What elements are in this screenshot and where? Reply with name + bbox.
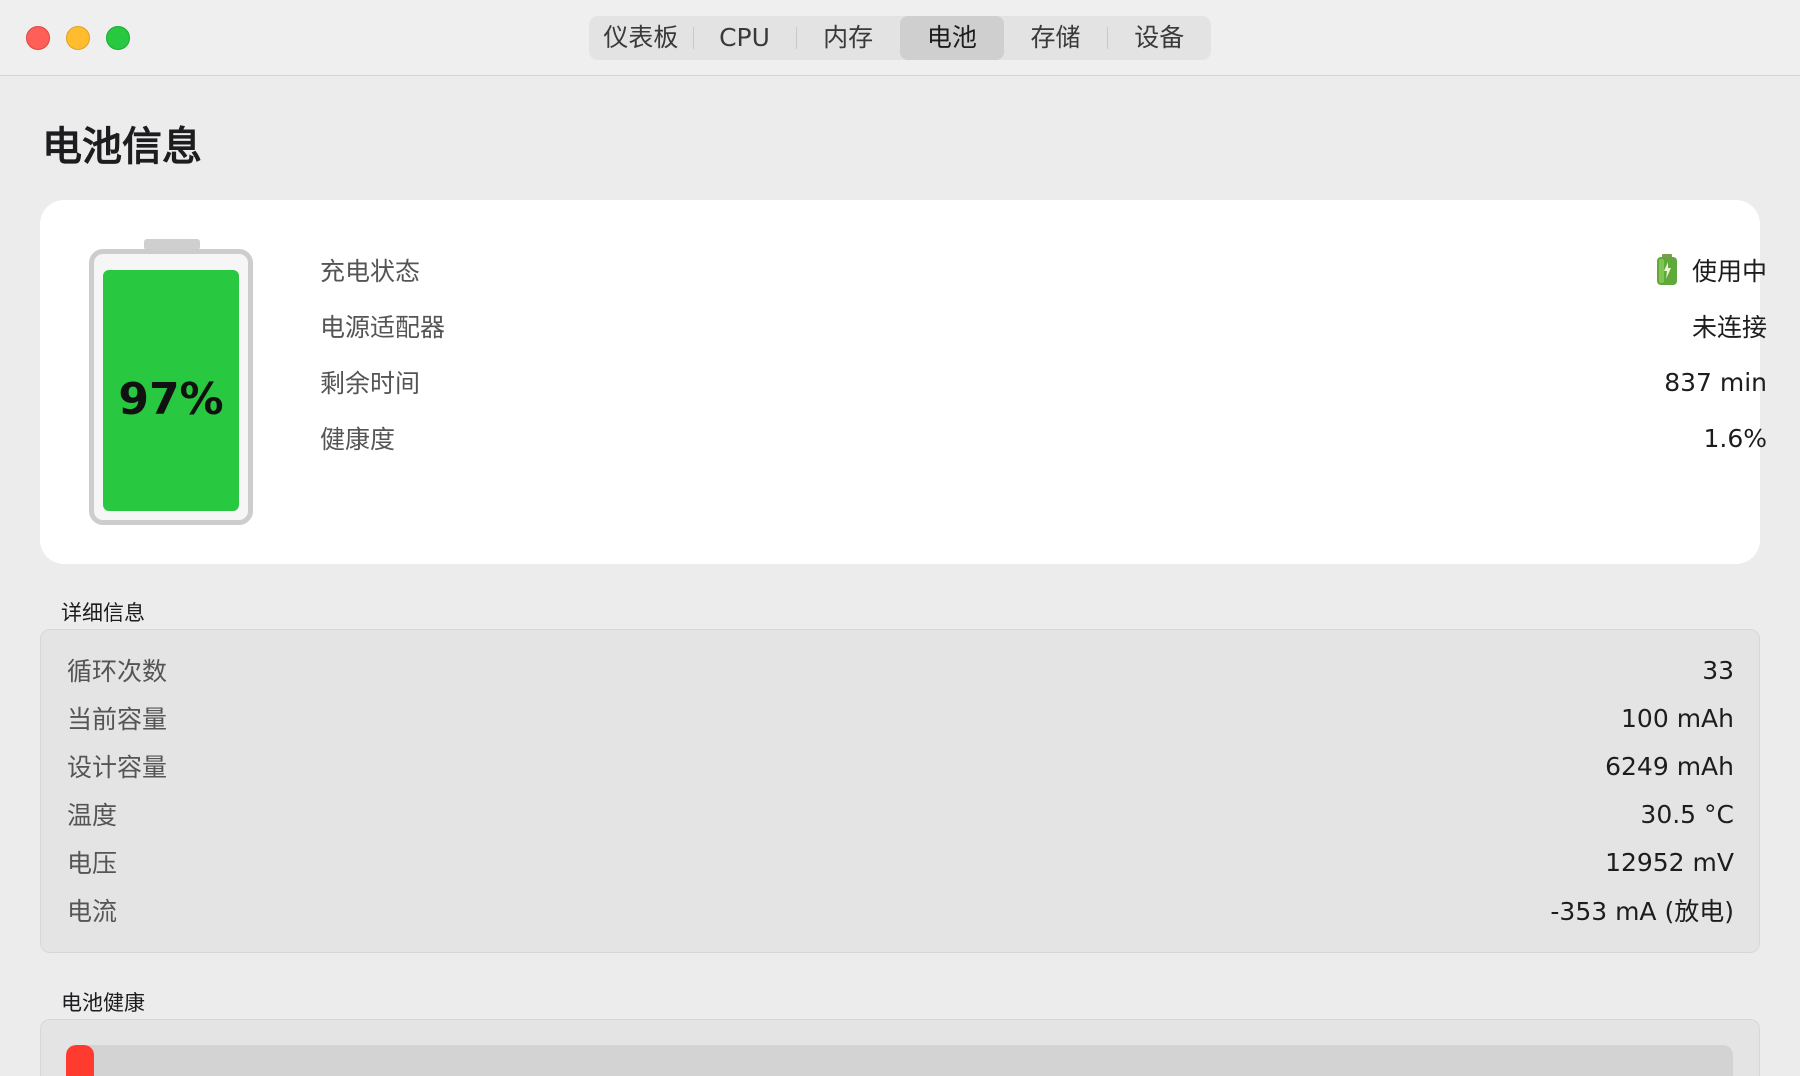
battery-percent-text: 97% <box>118 374 224 425</box>
detail-row: 电流 -353 mA (放电) <box>67 886 1734 934</box>
health-section-title: 电池健康 <box>61 991 145 1015</box>
tab-cpu[interactable]: CPU <box>692 16 797 60</box>
detail-row: 电压 12952 mV <box>67 838 1734 886</box>
charge-status-label: 充电状态 <box>320 257 421 286</box>
current-capacity-label: 当前容量 <box>67 705 168 734</box>
charge-status-value-wrap: 使用中 <box>1656 252 1767 288</box>
health-label: 健康度 <box>320 425 396 454</box>
battery-status-icon <box>1656 254 1678 286</box>
health-bar-track <box>66 1045 1733 1076</box>
tab-devices[interactable]: 设备 <box>1107 16 1211 60</box>
temperature-label: 温度 <box>67 801 118 830</box>
app-window: 仪表板 CPU 内存 电池 存储 设备 电池信息 97% 充电状态 使用中 电源… <box>0 0 1800 1076</box>
power-adapter-value: 未连接 <box>1691 313 1767 342</box>
current-value: -353 mA (放电) <box>1550 897 1734 926</box>
design-capacity-value: 6249 mAh <box>1605 751 1734 781</box>
maximize-window-button[interactable] <box>106 26 130 50</box>
details-list: 循环次数 33 当前容量 100 mAh 设计容量 6249 mAh 温度 30… <box>67 646 1734 934</box>
detail-row: 设计容量 6249 mAh <box>67 742 1734 790</box>
tab-bar: 仪表板 CPU 内存 电池 存储 设备 <box>589 16 1211 60</box>
health-row: 健康度 1.6% <box>320 410 1767 466</box>
details-box: 循环次数 33 当前容量 100 mAh 设计容量 6249 mAh 温度 30… <box>40 629 1760 953</box>
tab-battery[interactable]: 电池 <box>900 16 1004 60</box>
current-capacity-value: 100 mAh <box>1621 703 1734 733</box>
time-remaining-value: 837 min <box>1664 367 1767 397</box>
minimize-window-button[interactable] <box>66 26 90 50</box>
title-bar: 仪表板 CPU 内存 电池 存储 设备 <box>0 0 1800 76</box>
temperature-value: 30.5 °C <box>1640 799 1734 829</box>
page-title: 电池信息 <box>42 124 202 170</box>
voltage-label: 电压 <box>67 849 118 878</box>
health-bar-fill <box>66 1045 94 1076</box>
charge-status-value: 使用中 <box>1691 257 1767 286</box>
battery-graphic: 97% <box>89 239 253 525</box>
cycle-count-value: 33 <box>1702 655 1734 685</box>
battery-summary-list: 充电状态 使用中 电源适配器 未连接 剩余时间 837 min 健康度 1.6% <box>320 242 1767 466</box>
detail-row: 循环次数 33 <box>67 646 1734 694</box>
power-adapter-label: 电源适配器 <box>320 313 446 342</box>
details-section-title: 详细信息 <box>61 601 145 625</box>
detail-row: 温度 30.5 °C <box>67 790 1734 838</box>
tab-storage[interactable]: 存储 <box>1004 16 1108 60</box>
time-remaining-row: 剩余时间 837 min <box>320 354 1767 410</box>
tab-dashboard[interactable]: 仪表板 <box>589 16 693 60</box>
power-adapter-row: 电源适配器 未连接 <box>320 298 1767 354</box>
design-capacity-label: 设计容量 <box>67 753 168 782</box>
current-label: 电流 <box>67 897 118 926</box>
voltage-value: 12952 mV <box>1605 847 1734 877</box>
battery-health-box <box>40 1019 1760 1076</box>
health-value: 1.6% <box>1703 423 1767 453</box>
charge-status-row: 充电状态 使用中 <box>320 242 1767 298</box>
detail-row: 当前容量 100 mAh <box>67 694 1734 742</box>
battery-body: 97% <box>89 249 253 525</box>
time-remaining-label: 剩余时间 <box>320 369 421 398</box>
cycle-count-label: 循环次数 <box>67 657 168 686</box>
battery-summary-card: 97% 充电状态 使用中 电源适配器 未连接 剩余时间 837 min 健康度 … <box>40 200 1767 564</box>
tab-memory[interactable]: 内存 <box>796 16 900 60</box>
close-window-button[interactable] <box>26 26 50 50</box>
